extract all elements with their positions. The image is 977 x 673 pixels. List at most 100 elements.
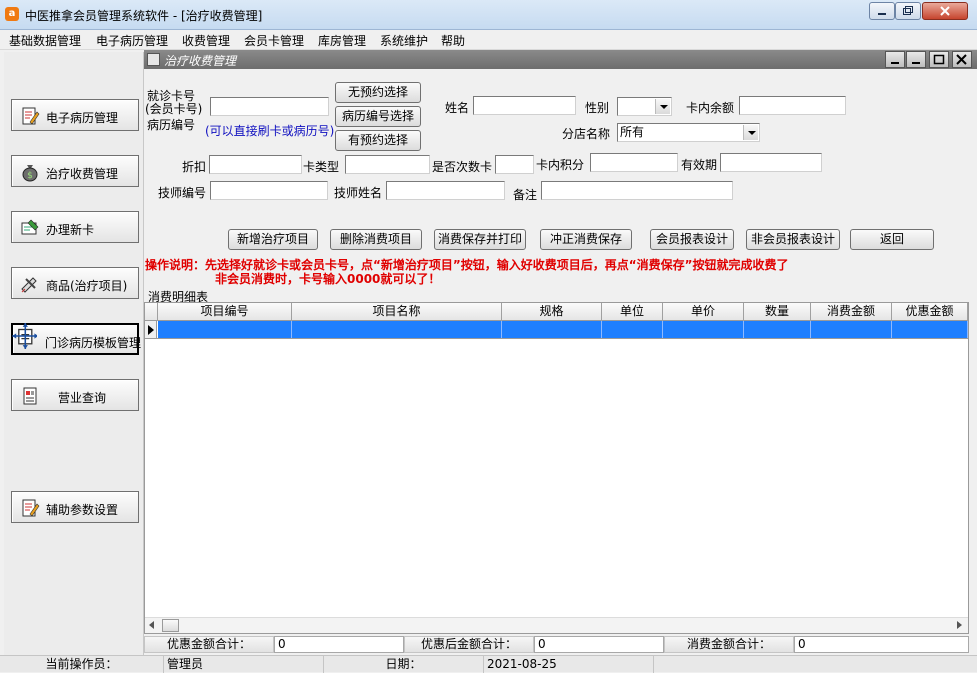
money-bag-icon: $: [22, 165, 38, 182]
column-header[interactable]: 单价: [663, 303, 744, 321]
sidebar-item-label: 商品(治疗项目): [46, 279, 128, 293]
sidebar-item-emr[interactable]: 电子病历管理: [11, 99, 139, 131]
reverse-save-button[interactable]: 冲正消费保存: [540, 229, 632, 250]
table-cell[interactable]: [811, 321, 892, 338]
card-type-input[interactable]: [345, 155, 430, 174]
restore-button[interactable]: [895, 2, 921, 20]
sidebar-item-label: 辅助参数设置: [46, 503, 119, 517]
menu-emr[interactable]: 电子病历管理: [96, 32, 168, 49]
sidebar-item-label: 办理新卡: [46, 223, 95, 237]
child-maximize-button[interactable]: [929, 51, 949, 68]
has-appointment-button[interactable]: 有预约选择: [335, 130, 421, 151]
nonmember-report-button[interactable]: 非会员报表设计: [746, 229, 840, 250]
table-cell[interactable]: [502, 321, 602, 338]
close-icon: [956, 54, 967, 65]
operator-value: 管理员: [164, 656, 324, 673]
table-cell[interactable]: [663, 321, 744, 338]
balance-label: 卡内余额: [686, 101, 735, 115]
horizontal-scrollbar[interactable]: [145, 617, 968, 633]
child-close-button[interactable]: [952, 51, 972, 68]
name-label: 姓名: [445, 101, 470, 115]
branch-label: 分店名称: [562, 127, 611, 141]
scroll-left-icon[interactable]: [149, 621, 154, 629]
sidebar-item-products[interactable]: 商品(治疗项目): [11, 267, 139, 299]
card-hint: (可以直接刷卡或病历号): [205, 124, 335, 138]
sidebar-item-new-card[interactable]: 办理新卡: [11, 211, 139, 243]
close-icon: [940, 6, 950, 16]
table-cell[interactable]: [292, 321, 502, 338]
add-item-button[interactable]: 新增治疗项目: [228, 229, 318, 250]
menu-billing[interactable]: 收费管理: [182, 32, 230, 49]
member-report-button[interactable]: 会员报表设计: [650, 229, 734, 250]
row-pointer-icon: [145, 321, 157, 338]
child-restore-button[interactable]: [906, 51, 926, 68]
valid-label: 有效期: [681, 158, 718, 172]
tech-name-input[interactable]: [386, 181, 505, 200]
menu-warehouse[interactable]: 库房管理: [318, 32, 366, 49]
menu-bar: 基础数据管理 电子病历管理 收费管理 会员卡管理 库房管理 系统维护 帮助: [0, 30, 977, 50]
minimize-button[interactable]: [869, 2, 895, 20]
delete-item-button[interactable]: 删除消费项目: [330, 229, 422, 250]
table-cell[interactable]: [892, 321, 968, 338]
svg-text:$: $: [27, 171, 33, 181]
chevron-down-icon[interactable]: [743, 125, 758, 140]
child-minimize-button[interactable]: [885, 51, 905, 68]
scroll-right-icon[interactable]: [957, 621, 962, 629]
child-window-titlebar: 治疗收费管理: [144, 50, 977, 69]
balance-input[interactable]: [739, 96, 846, 115]
remark-input[interactable]: [541, 181, 733, 200]
table-row[interactable]: [145, 321, 968, 339]
column-header[interactable]: 单位: [602, 303, 663, 321]
edit-document-icon: [22, 499, 40, 517]
name-input[interactable]: [473, 96, 576, 115]
menu-basic-data[interactable]: 基础数据管理: [9, 32, 81, 49]
sidebar-item-template[interactable]: 门诊病历模板管理: [11, 323, 141, 355]
table-cell[interactable]: [744, 321, 811, 338]
times-card-input[interactable]: [495, 155, 534, 174]
status-bar: 当前操作员： 管理员 日期： 2021-08-25: [0, 655, 977, 673]
points-label: 卡内积分: [536, 158, 585, 172]
tech-no-input[interactable]: [210, 181, 328, 200]
menu-help[interactable]: 帮助: [441, 32, 465, 49]
close-button[interactable]: [922, 2, 968, 20]
points-input[interactable]: [590, 153, 678, 172]
record-no-select-button[interactable]: 病历编号选择: [335, 106, 421, 127]
status-empty-cell: [654, 656, 977, 673]
column-header[interactable]: 规格: [502, 303, 602, 321]
tech-name-label: 技师姓名: [334, 186, 383, 200]
instruction-text-2: 非会员消费时，卡号输入0000就可以了！: [215, 272, 441, 286]
gender-select[interactable]: [617, 97, 672, 116]
date-label: 日期：: [324, 656, 484, 673]
table-cell[interactable]: [158, 321, 292, 338]
table-cell[interactable]: [602, 321, 663, 338]
no-appointment-button[interactable]: 无预约选择: [335, 82, 421, 103]
column-header[interactable]: 消费金额: [811, 303, 892, 321]
app-icon: a: [5, 7, 19, 21]
edit-document-icon: [22, 107, 40, 125]
back-button[interactable]: 返回: [850, 229, 934, 250]
sidebar-item-business-query[interactable]: 营业查询: [11, 379, 139, 411]
pencil-ruler-icon: [21, 277, 37, 293]
discount-input[interactable]: [209, 155, 302, 174]
consumption-grid[interactable]: 项目编号 项目名称 规格 单位 单价 数量 消费金额 优惠金额: [144, 302, 969, 634]
save-print-button[interactable]: 消费保存并打印: [434, 229, 526, 250]
child-window-icon[interactable]: [147, 53, 160, 66]
minimize-icon: [878, 13, 886, 15]
sidebar-item-settings[interactable]: 辅助参数设置: [11, 491, 139, 523]
card-no-input[interactable]: [210, 97, 329, 116]
scroll-thumb[interactable]: [162, 619, 179, 632]
sidebar-item-label: 营业查询: [58, 391, 107, 405]
menu-system[interactable]: 系统维护: [380, 32, 428, 49]
branch-select[interactable]: 所有: [617, 123, 760, 142]
template-cross-icon: [12, 323, 37, 349]
column-header[interactable]: 项目编号: [158, 303, 292, 321]
branch-select-value: 所有: [620, 125, 645, 139]
valid-date-input[interactable]: [720, 153, 822, 172]
menu-member-card[interactable]: 会员卡管理: [244, 32, 304, 49]
column-header[interactable]: 优惠金额: [892, 303, 968, 321]
consume-total-value: 0: [794, 636, 969, 653]
column-header[interactable]: 数量: [744, 303, 811, 321]
sidebar-item-billing[interactable]: $ 治疗收费管理: [11, 155, 139, 187]
column-header[interactable]: 项目名称: [292, 303, 502, 321]
chevron-down-icon[interactable]: [655, 99, 670, 114]
